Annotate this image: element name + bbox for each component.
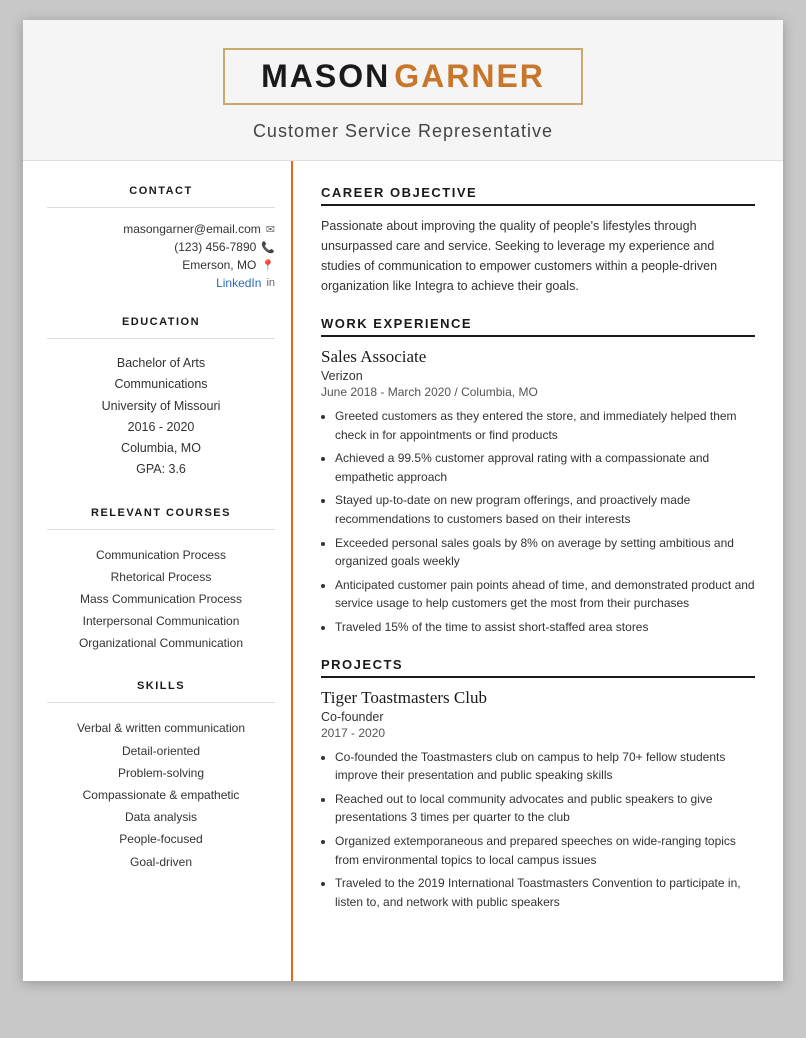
education-heading: EDUCATION bbox=[47, 316, 275, 328]
list-item: Stayed up-to-date on new program offerin… bbox=[335, 491, 755, 528]
email-item: masongarner@email.com ✉ bbox=[47, 222, 275, 236]
list-item: Problem-solving bbox=[47, 762, 275, 784]
list-item: Verbal & written communication bbox=[47, 717, 275, 739]
list-item: Traveled to the 2019 International Toast… bbox=[335, 874, 755, 911]
list-item: Exceeded personal sales goals by 8% on a… bbox=[335, 534, 755, 571]
list-item: People-focused bbox=[47, 828, 275, 850]
list-item: Organized extemporaneous and prepared sp… bbox=[335, 832, 755, 869]
courses-heading: RELEVANT COURSES bbox=[47, 507, 275, 519]
career-objective-heading: CAREER OBJECTIVE bbox=[321, 185, 755, 206]
courses-list: Communication Process Rhetorical Process… bbox=[47, 544, 275, 655]
main-content: CAREER OBJECTIVE Passionate about improv… bbox=[293, 161, 783, 981]
resume-header: MASON GARNER Customer Service Representa… bbox=[23, 20, 783, 161]
job-bullets: Greeted customers as they entered the st… bbox=[335, 407, 755, 637]
linkedin-icon: in bbox=[266, 277, 275, 289]
list-item: Rhetorical Process bbox=[47, 566, 275, 588]
job-title-header: Customer Service Representative bbox=[63, 121, 743, 142]
divider bbox=[47, 207, 275, 208]
courses-section: RELEVANT COURSES Communication Process R… bbox=[47, 507, 275, 655]
list-item: Organizational Communication bbox=[47, 632, 275, 654]
edu-divider bbox=[47, 338, 275, 339]
list-item: Data analysis bbox=[47, 806, 275, 828]
list-item: Traveled 15% of the time to assist short… bbox=[335, 618, 755, 637]
sidebar: CONTACT masongarner@email.com ✉ (123) 45… bbox=[23, 161, 293, 981]
first-name: MASON bbox=[261, 58, 390, 94]
list-item: Anticipated customer pain points ahead o… bbox=[335, 576, 755, 613]
location-item: Emerson, MO 📍 bbox=[47, 258, 275, 272]
phone-item: (123) 456-7890 📞 bbox=[47, 240, 275, 254]
courses-divider bbox=[47, 529, 275, 530]
major: Communications bbox=[47, 374, 275, 395]
project-role: Co-founder bbox=[321, 710, 755, 724]
project-bullets: Co-founded the Toastmasters club on camp… bbox=[335, 748, 755, 912]
resume-container: MASON GARNER Customer Service Representa… bbox=[23, 20, 783, 981]
job-position-title: Sales Associate bbox=[321, 347, 755, 367]
edu-city: Columbia, MO bbox=[47, 438, 275, 459]
linkedin-link[interactable]: LinkedIn bbox=[216, 276, 261, 290]
education-block: Bachelor of Arts Communications Universi… bbox=[47, 353, 275, 481]
list-item: Reached out to local community advocates… bbox=[335, 790, 755, 827]
job-meta: June 2018 - March 2020 / Columbia, MO bbox=[321, 385, 755, 399]
skills-list: Verbal & written communication Detail-or… bbox=[47, 717, 275, 872]
project-title: Tiger Toastmasters Club bbox=[321, 688, 755, 708]
projects-heading: PROJECTS bbox=[321, 657, 755, 678]
list-item: Co-founded the Toastmasters club on camp… bbox=[335, 748, 755, 785]
location-icon: 📍 bbox=[261, 259, 275, 272]
career-objective-text: Passionate about improving the quality o… bbox=[321, 216, 755, 296]
education-section: EDUCATION Bachelor of Arts Communication… bbox=[47, 316, 275, 481]
list-item: Interpersonal Communication bbox=[47, 610, 275, 632]
list-item: Achieved a 99.5% customer approval ratin… bbox=[335, 449, 755, 486]
skills-divider bbox=[47, 702, 275, 703]
resume-body: CONTACT masongarner@email.com ✉ (123) 45… bbox=[23, 161, 783, 981]
gpa: GPA: 3.6 bbox=[47, 459, 275, 480]
university: University of Missouri bbox=[47, 396, 275, 417]
list-item: Greeted customers as they entered the st… bbox=[335, 407, 755, 444]
work-experience-heading: WORK EXPERIENCE bbox=[321, 316, 755, 337]
email-text: masongarner@email.com bbox=[123, 222, 261, 236]
email-icon: ✉ bbox=[266, 223, 275, 236]
contact-heading: CONTACT bbox=[47, 185, 275, 197]
skills-heading: SKILLS bbox=[47, 680, 275, 692]
edu-years: 2016 - 2020 bbox=[47, 417, 275, 438]
degree: Bachelor of Arts bbox=[47, 353, 275, 374]
project-dates: 2017 - 2020 bbox=[321, 726, 755, 740]
phone-icon: 📞 bbox=[261, 241, 275, 254]
list-item: Compassionate & empathetic bbox=[47, 784, 275, 806]
location-text: Emerson, MO bbox=[182, 258, 256, 272]
list-item: Goal-driven bbox=[47, 851, 275, 873]
list-item: Mass Communication Process bbox=[47, 588, 275, 610]
last-name: GARNER bbox=[394, 58, 545, 94]
linkedin-item[interactable]: LinkedIn in bbox=[47, 276, 275, 290]
skills-section: SKILLS Verbal & written communication De… bbox=[47, 680, 275, 872]
list-item: Detail-oriented bbox=[47, 740, 275, 762]
contact-section: CONTACT masongarner@email.com ✉ (123) 45… bbox=[47, 185, 275, 290]
phone-text: (123) 456-7890 bbox=[174, 240, 256, 254]
list-item: Communication Process bbox=[47, 544, 275, 566]
company-name: Verizon bbox=[321, 369, 755, 383]
name-box: MASON GARNER bbox=[223, 48, 583, 105]
